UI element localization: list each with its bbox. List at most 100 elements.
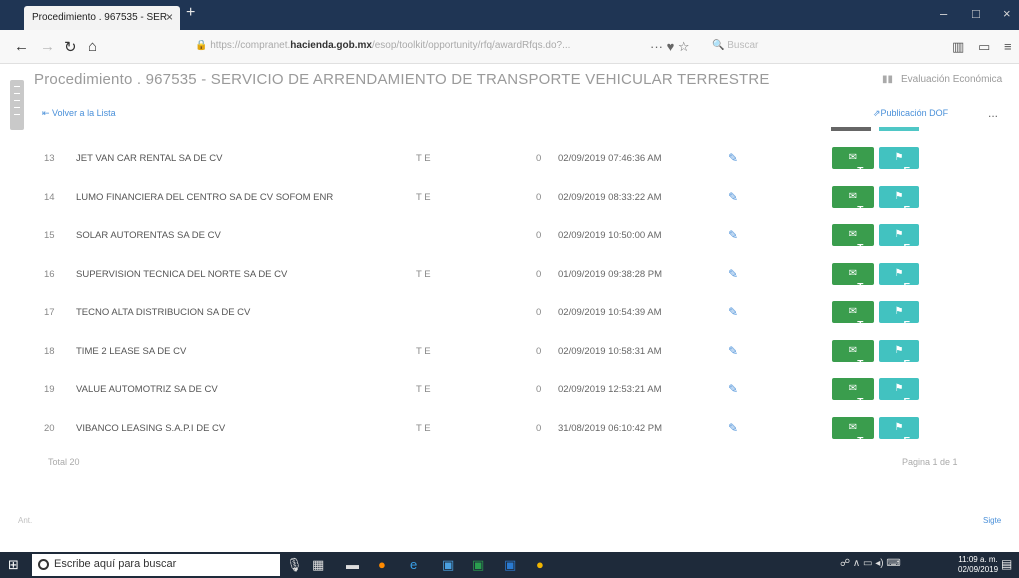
submission-date: 01/09/2019 09:38:28 PM <box>558 268 663 280</box>
supplier-name: TECNO ALTA DISTRIBUCION SA DE CV <box>76 307 251 318</box>
back-label: Volver a la Lista <box>52 108 116 118</box>
new-tab-button[interactable]: + <box>186 4 195 22</box>
supplier-name: LUMO FINANCIERA DEL CENTRO SA DE CV SOFO… <box>76 191 334 203</box>
prev-page-button[interactable]: Ant. <box>18 516 32 525</box>
sidebar-icon[interactable]: ▭ <box>978 39 990 55</box>
file-explorer-icon[interactable]: ▬ <box>346 557 359 572</box>
browser-tab-bar: Procedimiento . 967535 - SER × + – □ × <box>0 0 1019 30</box>
economic-button[interactable]: ⚑ E <box>879 185 919 216</box>
pagination-label: Pagina 1 de 1 <box>902 457 958 467</box>
economic-button[interactable]: ⚑ E <box>879 262 919 293</box>
total-count: Total 20 <box>48 457 80 467</box>
technical-button[interactable]: ✉ T <box>832 416 874 447</box>
technical-button[interactable]: ✉ T <box>832 301 874 331</box>
url-bar[interactable]: 🔒 https://compranet.hacienda.gob.mx/esop… <box>195 40 665 51</box>
row-number: 18 <box>44 345 55 357</box>
notifications-icon[interactable]: ▤ <box>1001 557 1012 571</box>
taskbar-clock[interactable]: 11:09 a. m. 02/09/2019 <box>958 555 998 575</box>
library-icon[interactable]: ▥ <box>952 39 964 55</box>
economic-button[interactable]: ⚑ E <box>879 301 919 331</box>
submission-date: 02/09/2019 07:46:36 AM <box>558 153 662 164</box>
page-actions-icon[interactable]: ··· ♥ ☆ <box>650 39 690 55</box>
back-arrow-icon[interactable]: ← <box>14 38 29 55</box>
home-icon[interactable]: ⌂ <box>88 38 97 55</box>
edit-icon[interactable]: ✎ <box>728 151 742 165</box>
edit-icon[interactable]: ✎ <box>728 421 742 435</box>
submission-date: 02/09/2019 10:54:39 AM <box>558 307 662 318</box>
minimize-icon[interactable]: – <box>940 6 947 21</box>
te-flags: T E <box>416 422 431 434</box>
app-icon[interactable]: ▣ <box>504 557 516 573</box>
technical-button[interactable]: ✉ T <box>832 378 874 408</box>
previous-row-button-edge <box>879 127 919 131</box>
forward-arrow-icon[interactable]: → <box>40 38 55 55</box>
chrome-icon[interactable]: ● <box>536 557 544 572</box>
btn-e-label: E <box>903 435 911 447</box>
browser-nav-bar: ← → ↻ ⌂ 🔒 https://compranet.hacienda.gob… <box>0 30 1019 64</box>
row-number: 19 <box>44 384 55 395</box>
te-flags: T E <box>416 384 431 395</box>
evaluation-link[interactable]: ▮▮ Evaluación Económica <box>882 74 1002 85</box>
menu-icon[interactable]: ≡ <box>1004 39 1012 54</box>
row-number: 20 <box>44 422 55 434</box>
windows-start-icon[interactable]: ⊞ <box>8 557 19 573</box>
browser-search-input[interactable]: 🔍 Buscar <box>712 40 758 51</box>
submission-date: 02/09/2019 10:50:00 AM <box>558 230 662 241</box>
chart-icon: ▮▮ <box>882 74 894 85</box>
table-row: 20 VIBANCO LEASING S.A.P.I DE CV T E 0 31/08… <box>0 409 1019 447</box>
row-number: 13 <box>44 153 55 164</box>
economic-button[interactable]: ⚑ E <box>879 147 919 177</box>
edit-icon[interactable]: ✎ <box>728 267 742 281</box>
economic-button[interactable]: ⚑ E <box>879 339 919 370</box>
outlook-icon[interactable]: ▣ <box>442 557 454 573</box>
more-options-button[interactable]: ... <box>988 106 998 120</box>
te-flags: T E <box>416 345 431 357</box>
side-panel-handle-icon[interactable] <box>10 80 24 130</box>
system-tray-icons[interactable]: ☍ ∧ ▭ ◂) ⌨ <box>840 558 901 569</box>
row-count: 0 <box>536 268 542 280</box>
edge-icon[interactable]: e <box>410 557 417 572</box>
back-icon: ⇤ <box>42 108 53 118</box>
submission-date: 02/09/2019 10:58:31 AM <box>558 345 662 357</box>
maximize-icon[interactable]: □ <box>972 6 980 21</box>
excel-icon[interactable]: ▣ <box>472 557 484 573</box>
table-row: 16 SUPERVISION TECNICA DEL NORTE SA DE CV… <box>0 255 1019 293</box>
economic-button[interactable]: ⚑ E <box>879 378 919 408</box>
economic-button[interactable]: ⚑ E <box>879 416 919 447</box>
technical-button[interactable]: ✉ T <box>832 262 874 293</box>
table-row: 13 JET VAN CAR RENTAL SA DE CV T E 0 02/09/2… <box>0 139 1019 177</box>
table-row: 18 TIME 2 LEASE SA DE CV T E 0 02/09/2019 10… <box>0 332 1019 370</box>
technical-button[interactable]: ✉ T <box>832 185 874 216</box>
tab-title: Procedimiento . 967535 - SER <box>32 12 168 23</box>
row-count: 0 <box>536 345 542 357</box>
economic-button[interactable]: ⚑ E <box>879 224 919 254</box>
browser-tab[interactable]: Procedimiento . 967535 - SER × <box>24 6 180 30</box>
row-count: 0 <box>536 384 542 395</box>
edit-icon[interactable]: ✎ <box>728 382 742 396</box>
supplier-name: JET VAN CAR RENTAL SA DE CV <box>76 153 223 164</box>
edit-icon[interactable]: ✎ <box>728 305 742 319</box>
technical-button[interactable]: ✉ T <box>832 147 874 177</box>
edit-icon[interactable]: ✎ <box>728 190 742 204</box>
tab-close-icon[interactable]: × <box>166 10 173 24</box>
previous-row-button-edge <box>831 127 871 131</box>
search-placeholder: Buscar <box>727 40 759 51</box>
task-view-icon[interactable]: ▦ <box>312 557 324 573</box>
row-count: 0 <box>536 307 542 318</box>
microphone-icon[interactable]: 🎙 <box>286 557 303 573</box>
taskbar-search-input[interactable]: Escribe aquí para buscar <box>32 554 280 576</box>
next-page-button[interactable]: Sigte <box>983 516 1001 525</box>
firefox-icon[interactable]: ● <box>378 557 386 572</box>
close-window-icon[interactable]: × <box>1003 6 1011 21</box>
technical-button[interactable]: ✉ T <box>832 224 874 254</box>
url-suffix: /esop/toolkit/opportunity/rfq/awardRfqs.… <box>371 40 571 51</box>
technical-button[interactable]: ✉ T <box>832 339 874 370</box>
edit-icon[interactable]: ✎ <box>728 228 742 242</box>
reload-icon[interactable]: ↻ <box>64 38 77 56</box>
url-prefix: https://compranet. <box>210 40 291 51</box>
dof-publication-link[interactable]: ⇗Publicación DOF <box>873 108 948 119</box>
edit-icon[interactable]: ✎ <box>728 344 742 358</box>
back-to-list-link[interactable]: ⇤ Volver a la Lista <box>42 108 116 119</box>
te-flags: T E <box>416 191 431 203</box>
table-row: 15 SOLAR AUTORENTAS SA DE CV 0 02/09/2019 1… <box>0 216 1019 254</box>
